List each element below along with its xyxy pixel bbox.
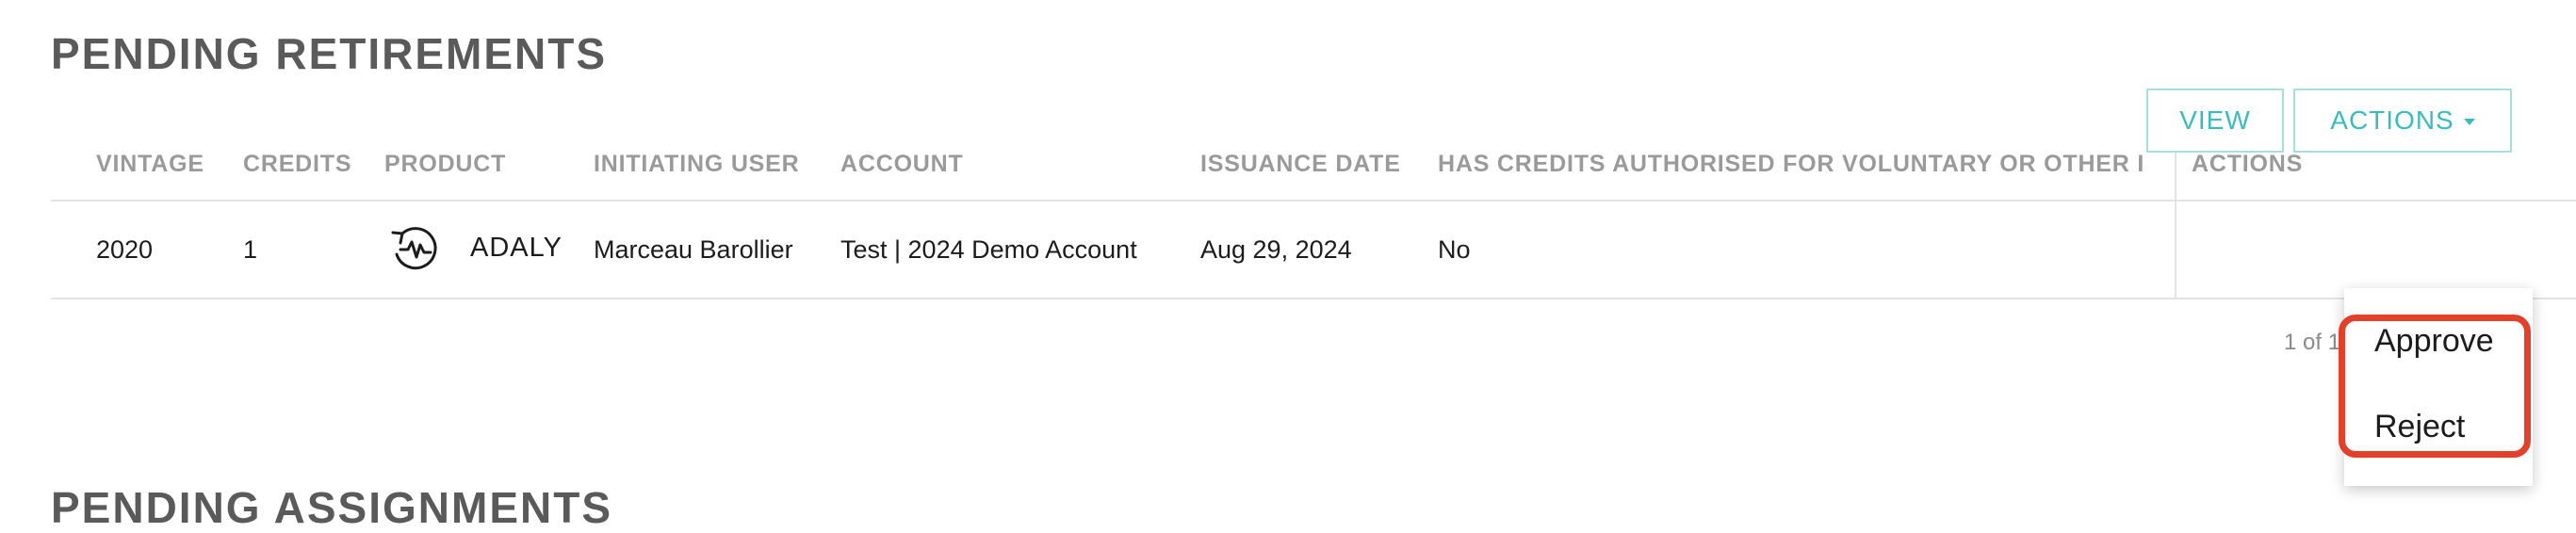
initiating-user-cell: Marceau Barollier — [594, 235, 793, 264]
authorised-cell: No — [1438, 235, 1471, 264]
retirements-table: VINTAGE CREDITS PRODUCT INITIATING USER … — [51, 128, 2576, 299]
column-header-vintage[interactable]: VINTAGE — [96, 151, 204, 178]
header-divider — [51, 200, 2576, 202]
menu-item-reject[interactable]: Reject — [2374, 409, 2465, 445]
caret-down-icon — [2463, 118, 2475, 125]
product-name: ADALY — [470, 232, 562, 263]
actions-button-label: ACTIONS — [2330, 105, 2454, 135]
page-title: PENDING RETIREMENTS — [51, 29, 608, 78]
view-button[interactable]: VIEW — [2146, 89, 2284, 153]
column-header-product[interactable]: PRODUCT — [384, 151, 506, 178]
vintage-cell: 2020 — [96, 235, 154, 264]
product-logo-icon — [391, 227, 437, 270]
issuance-date-cell: Aug 29, 2024 — [1200, 235, 1352, 264]
column-header-account[interactable]: ACCOUNT — [840, 151, 964, 178]
row-divider — [51, 298, 2576, 299]
column-header-initiating-user[interactable]: INITIATING USER — [594, 151, 799, 178]
column-header-authorised[interactable]: HAS CREDITS AUTHORISED FOR VOLUNTARY OR … — [1438, 151, 2173, 178]
pagination-text: 1 of 1 — [2284, 330, 2341, 355]
product-cell: ADALY — [389, 224, 562, 271]
column-header-credits[interactable]: CREDITS — [243, 151, 351, 178]
credits-cell: 1 — [243, 235, 258, 264]
column-header-issuance-date[interactable]: ISSUANCE DATE — [1200, 151, 1401, 178]
account-cell: Test | 2024 Demo Account — [840, 235, 1137, 264]
menu-item-approve[interactable]: Approve — [2374, 323, 2494, 360]
actions-dropdown-button[interactable]: ACTIONS — [2293, 89, 2512, 153]
column-header-actions: ACTIONS — [2192, 151, 2304, 177]
actions-column-divider — [2175, 128, 2177, 299]
section-title-pending-assignments: PENDING ASSIGNMENTS — [51, 483, 613, 532]
actions-dropdown-menu — [2344, 288, 2533, 486]
